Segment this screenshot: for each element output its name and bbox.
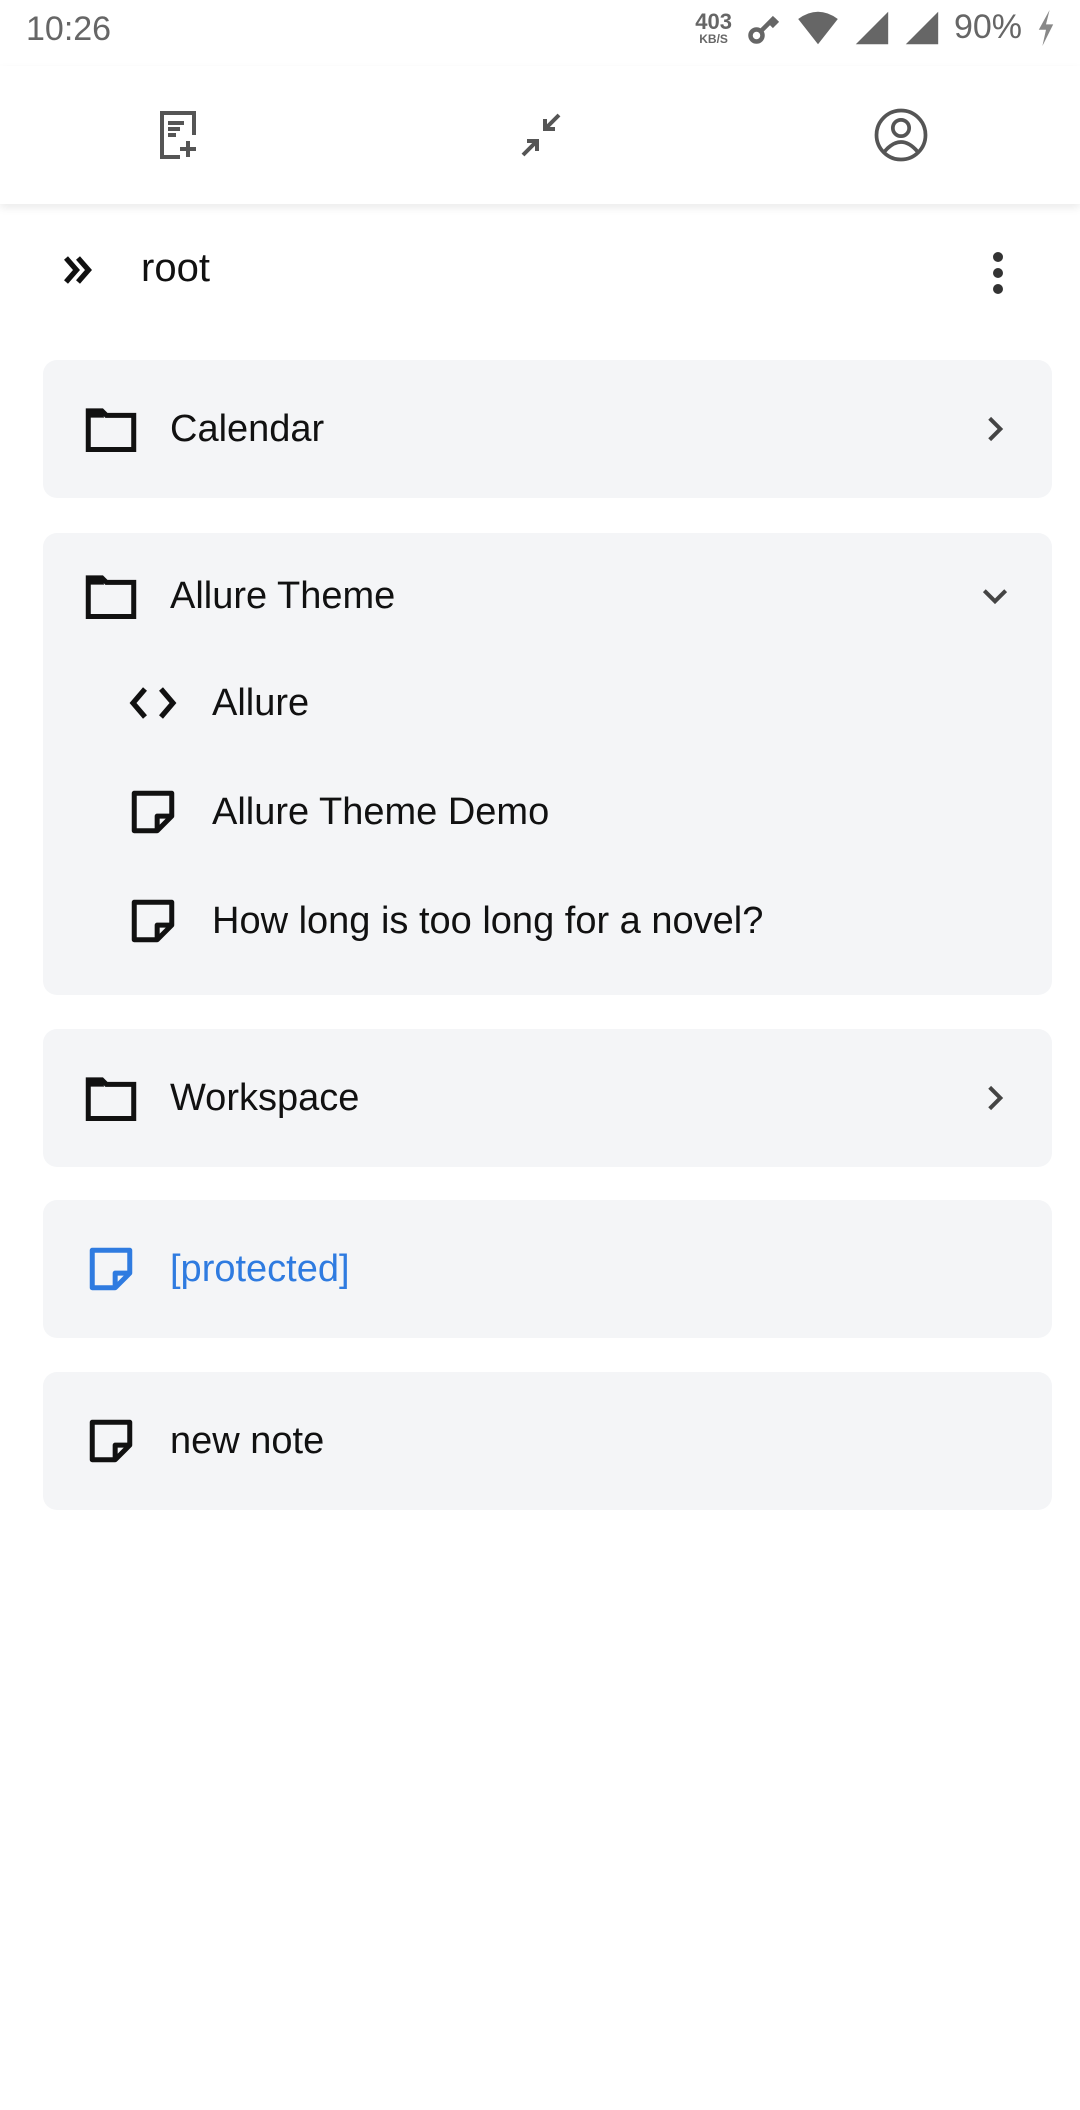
tree-item-new-note[interactable]: new note xyxy=(43,1372,1052,1510)
charging-icon xyxy=(1038,9,1054,46)
tree-item-protected[interactable]: [protected] xyxy=(43,1200,1052,1338)
wifi-icon xyxy=(798,11,838,44)
new-note-button[interactable] xyxy=(150,105,210,165)
status-icons: 403 KB/S 90% xyxy=(695,8,1056,47)
folder-icon xyxy=(83,1070,139,1126)
tree-item-allure-theme[interactable]: Allure Theme Allure Allure Theme Demo Ho… xyxy=(43,533,1052,995)
tree-item-calendar[interactable]: Calendar xyxy=(43,360,1052,498)
net-speed: 403 KB/S xyxy=(695,8,732,46)
note-row[interactable]: [protected] xyxy=(43,1224,1052,1314)
folder-row[interactable]: Workspace xyxy=(43,1053,1052,1143)
chevron-right-icon[interactable] xyxy=(973,1076,1017,1120)
net-speed-value: 403 xyxy=(695,8,732,34)
signal-icon xyxy=(855,11,889,44)
item-label: Workspace xyxy=(170,1076,360,1119)
folder-row[interactable]: Allure Theme xyxy=(43,551,1052,641)
note-icon xyxy=(125,893,181,949)
collapse-icon xyxy=(521,113,561,157)
status-bar: 10:26 403 KB/S 90% xyxy=(0,0,1080,66)
more-options-button[interactable] xyxy=(978,248,1018,298)
net-speed-unit: KB/S xyxy=(699,31,728,46)
child-item-novel-length[interactable]: How long is too long for a novel? xyxy=(43,876,1052,966)
child-item-allure-theme-demo[interactable]: Allure Theme Demo xyxy=(43,767,1052,857)
chevron-down-icon[interactable] xyxy=(973,574,1017,618)
chevron-right-icon[interactable] xyxy=(973,407,1017,451)
item-label: Calendar xyxy=(170,407,325,450)
item-label: new note xyxy=(170,1419,325,1462)
collapse-tree-button[interactable] xyxy=(511,105,571,165)
account-icon xyxy=(874,108,928,162)
item-label: How long is too long for a novel? xyxy=(212,899,764,942)
item-label: Allure xyxy=(212,681,310,724)
child-item-allure[interactable]: Allure xyxy=(43,658,1052,748)
item-label: Allure Theme xyxy=(170,574,396,617)
note-icon xyxy=(83,1413,139,1469)
new-note-icon xyxy=(160,111,196,159)
item-label: [protected] xyxy=(170,1247,350,1290)
folder-icon xyxy=(83,401,139,457)
note-row[interactable]: new note xyxy=(43,1396,1052,1486)
item-label: Allure Theme Demo xyxy=(212,790,550,833)
account-button[interactable] xyxy=(871,105,931,165)
vpn-key-icon xyxy=(748,15,780,44)
breadcrumb: root xyxy=(0,232,1080,308)
tree-item-workspace[interactable]: Workspace xyxy=(43,1029,1052,1167)
top-toolbar xyxy=(0,66,1080,204)
double-chevron-icon[interactable] xyxy=(60,252,96,288)
note-icon xyxy=(125,784,181,840)
folder-icon xyxy=(83,568,139,624)
signal-icon-2 xyxy=(905,11,939,44)
breadcrumb-root[interactable]: root xyxy=(141,246,210,291)
note-icon xyxy=(83,1241,139,1297)
status-time: 10:26 xyxy=(26,10,112,48)
folder-row[interactable]: Calendar xyxy=(43,384,1052,474)
code-icon xyxy=(125,675,181,731)
battery-level: 90% xyxy=(953,8,1022,46)
